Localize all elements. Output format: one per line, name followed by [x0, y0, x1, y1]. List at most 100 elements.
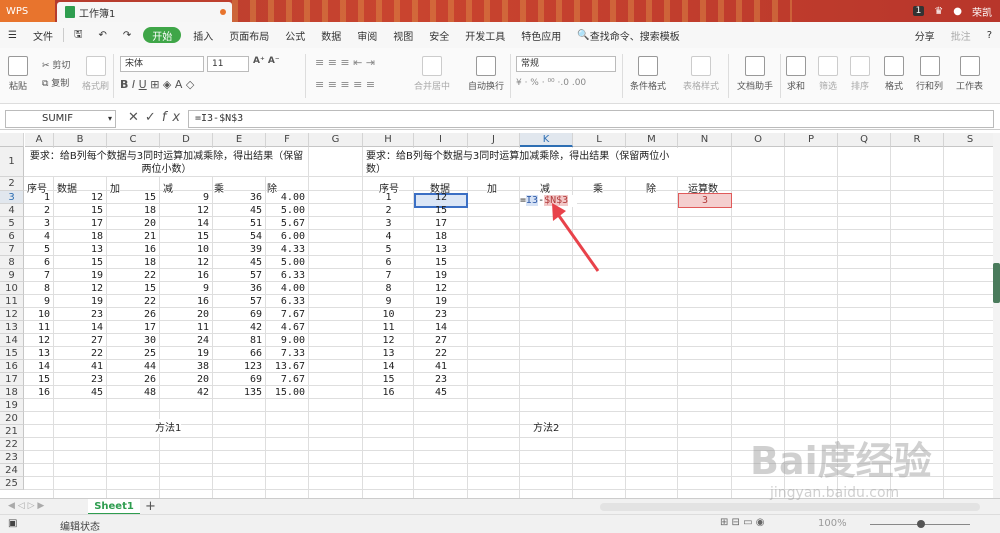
row-header-21[interactable]: 21	[0, 425, 24, 438]
left-table-cell[interactable]: 12	[27, 335, 50, 346]
method-2-label[interactable]: 方法2	[533, 419, 560, 434]
left-table-cell[interactable]: 6.33	[268, 270, 305, 281]
column-header-b[interactable]: B	[54, 133, 107, 147]
column-header-p[interactable]: P	[785, 133, 838, 147]
left-table-cell[interactable]: 22	[56, 348, 103, 359]
left-table-cell[interactable]: 4.00	[268, 283, 305, 294]
left-table-cell[interactable]: 20	[162, 309, 209, 320]
spreadsheet-grid[interactable]: ABCDEFGHIJKLMNOPQRS 1 2 3 4 5 6 7 8 9 10 11 12 13 14 1…	[0, 133, 993, 498]
row-header-14[interactable]: 14	[0, 334, 24, 347]
row-header-15[interactable]: 15	[0, 347, 24, 360]
right-table-cell[interactable]: 11	[363, 322, 414, 333]
left-table-cell[interactable]: 11	[162, 322, 209, 333]
left-table-cell[interactable]: 44	[109, 361, 156, 372]
left-table-cell[interactable]: 12	[56, 192, 103, 203]
tab-insert[interactable]: 插入	[185, 22, 221, 48]
tab-view[interactable]: 视图	[385, 22, 421, 48]
view-mode-icons[interactable]: ⊞ ⊟ ▭ ◉	[720, 517, 764, 528]
left-table-cell[interactable]: 13	[56, 244, 103, 255]
left-table-cell[interactable]: 9	[162, 283, 209, 294]
right-table-cell[interactable]: 12	[414, 192, 468, 203]
column-header-q[interactable]: Q	[838, 133, 891, 147]
row-header-25[interactable]: 25	[0, 477, 24, 490]
column-header-o[interactable]: O	[732, 133, 785, 147]
redo-icon[interactable]: ↷	[115, 22, 139, 48]
left-table-cell[interactable]: 36	[215, 283, 262, 294]
sheet-nav-icons[interactable]: ◀ ◁ ▷ ▶	[8, 501, 44, 511]
left-table-cell[interactable]: 15	[56, 257, 103, 268]
column-header-r[interactable]: R	[891, 133, 944, 147]
left-table-cell[interactable]: 9	[162, 192, 209, 203]
row-header-16[interactable]: 16	[0, 360, 24, 373]
left-table-cell[interactable]: 6.33	[268, 296, 305, 307]
left-table-cell[interactable]: 23	[56, 309, 103, 320]
left-table-cell[interactable]: 19	[56, 270, 103, 281]
left-table-cell[interactable]: 14	[27, 361, 50, 372]
row-header-2[interactable]: 2	[0, 177, 24, 191]
formula-buttons[interactable]: ✕✓fx	[128, 110, 186, 125]
table-style-button[interactable]: 表格样式	[683, 56, 719, 92]
left-table-cell[interactable]: 4.33	[268, 244, 305, 255]
right-table-cell[interactable]: 15	[414, 257, 468, 268]
tab-security[interactable]: 安全	[421, 22, 457, 48]
command-search[interactable]: 🔍 查找命令、搜索模板	[569, 22, 687, 48]
left-table-cell[interactable]: 15	[109, 283, 156, 294]
left-table-cell[interactable]: 48	[109, 387, 156, 398]
tab-home[interactable]: 开始	[143, 27, 182, 43]
left-table-cell[interactable]: 36	[215, 192, 262, 203]
row-header-18[interactable]: 18	[0, 386, 24, 399]
merge-center-button[interactable]: 合并居中	[414, 56, 450, 92]
left-table-cell[interactable]: 5.00	[268, 257, 305, 268]
method-1-label[interactable]: 方法1	[155, 419, 182, 434]
column-header-a[interactable]: A	[25, 133, 54, 147]
left-table-cell[interactable]: 7.67	[268, 374, 305, 385]
right-table-cell[interactable]: 4	[363, 231, 414, 242]
right-table-cell[interactable]: 19	[414, 270, 468, 281]
right-table-cell[interactable]: 14	[363, 361, 414, 372]
select-all-corner[interactable]	[0, 133, 24, 147]
left-table-cell[interactable]: 45	[215, 205, 262, 216]
row-header-19[interactable]: 19	[0, 399, 24, 412]
column-header-s[interactable]: S	[944, 133, 993, 147]
left-table-cell[interactable]: 9.00	[268, 335, 305, 346]
right-table-cell[interactable]: 7	[363, 270, 414, 281]
font-name-select[interactable]: 宋体	[120, 56, 204, 72]
left-table-cell[interactable]: 15	[109, 192, 156, 203]
column-header-m[interactable]: M	[626, 133, 678, 147]
filter-button[interactable]: 筛选	[818, 56, 838, 92]
row-header-11[interactable]: 11	[0, 295, 24, 308]
column-header-f[interactable]: F	[266, 133, 309, 147]
wps-home-tab[interactable]: WPS	[0, 0, 55, 22]
right-header-div[interactable]: 除	[646, 180, 656, 195]
zoom-slider-handle[interactable]	[917, 520, 925, 528]
left-table-cell[interactable]: 7.67	[268, 309, 305, 320]
tab-formulas[interactable]: 公式	[277, 22, 313, 48]
left-table-cell[interactable]: 42	[162, 387, 209, 398]
row-col-button[interactable]: 行和列	[916, 56, 943, 92]
column-header-h[interactable]: H	[363, 133, 414, 147]
right-table-cell[interactable]: 1	[363, 192, 414, 203]
left-table-cell[interactable]: 2	[27, 205, 50, 216]
left-table-cell[interactable]: 7.33	[268, 348, 305, 359]
right-header-add[interactable]: 加	[487, 180, 497, 195]
font-style-icons[interactable]: B I U ⊞ ◈ A ◇	[120, 78, 194, 91]
left-table-cell[interactable]: 45	[56, 387, 103, 398]
row-header-12[interactable]: 12	[0, 308, 24, 321]
row-header-5[interactable]: 5	[0, 217, 24, 230]
left-title[interactable]: 要求：给B列每个数据与3同时运算加减乘除，得出结果（保留两位小数）	[25, 148, 308, 176]
row-header-20[interactable]: 20	[0, 412, 24, 425]
right-table-cell[interactable]: 9	[363, 296, 414, 307]
left-table-cell[interactable]: 20	[109, 218, 156, 229]
left-table-cell[interactable]: 10	[27, 309, 50, 320]
left-table-cell[interactable]: 16	[109, 244, 156, 255]
column-header-g[interactable]: G	[309, 133, 363, 147]
left-table-cell[interactable]: 14	[56, 322, 103, 333]
left-table-cell[interactable]: 12	[56, 283, 103, 294]
right-table-cell[interactable]: 19	[414, 296, 468, 307]
left-table-cell[interactable]: 45	[215, 257, 262, 268]
right-table-cell[interactable]: 18	[414, 231, 468, 242]
format-painter-button[interactable]: 格式刷	[82, 56, 109, 92]
right-header-sub[interactable]: 减	[540, 180, 550, 195]
left-table-cell[interactable]: 39	[215, 244, 262, 255]
right-header-mul[interactable]: 乘	[593, 180, 603, 195]
